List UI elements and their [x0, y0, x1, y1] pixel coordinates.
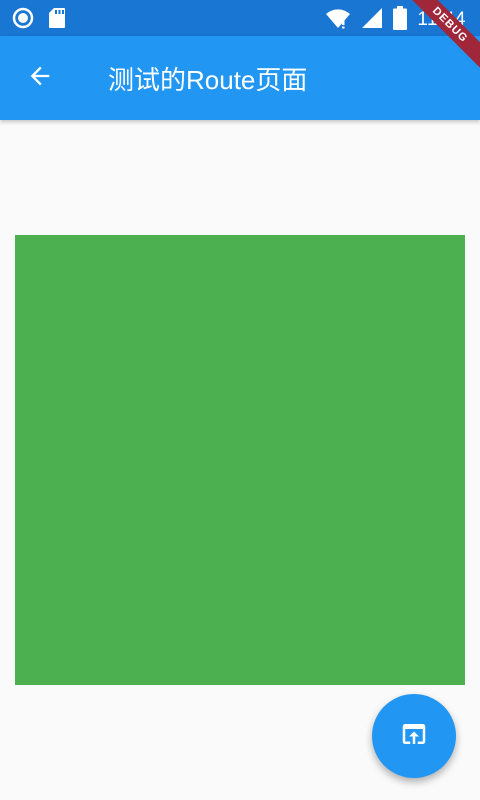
wifi-icon	[325, 7, 351, 33]
sd-card-icon	[48, 7, 66, 33]
app-bar: 测试的Route页面	[0, 36, 480, 120]
open-in-browser-icon	[399, 719, 429, 753]
page-title: 测试的Route页面	[108, 65, 308, 95]
record-icon	[12, 7, 34, 33]
status-bar: 11:44	[0, 0, 480, 36]
status-left-icons	[12, 7, 66, 33]
green-container	[15, 235, 465, 685]
back-button[interactable]	[16, 54, 64, 102]
floating-action-button[interactable]	[372, 694, 456, 778]
arrow-back-icon	[26, 62, 54, 94]
screen: 11:44 测试的Route页面 DEBUG	[0, 0, 480, 800]
signal-icon	[361, 7, 383, 33]
status-right-icons: 11:44	[325, 6, 466, 34]
battery-icon	[393, 6, 408, 34]
status-time: 11:44	[417, 9, 466, 30]
